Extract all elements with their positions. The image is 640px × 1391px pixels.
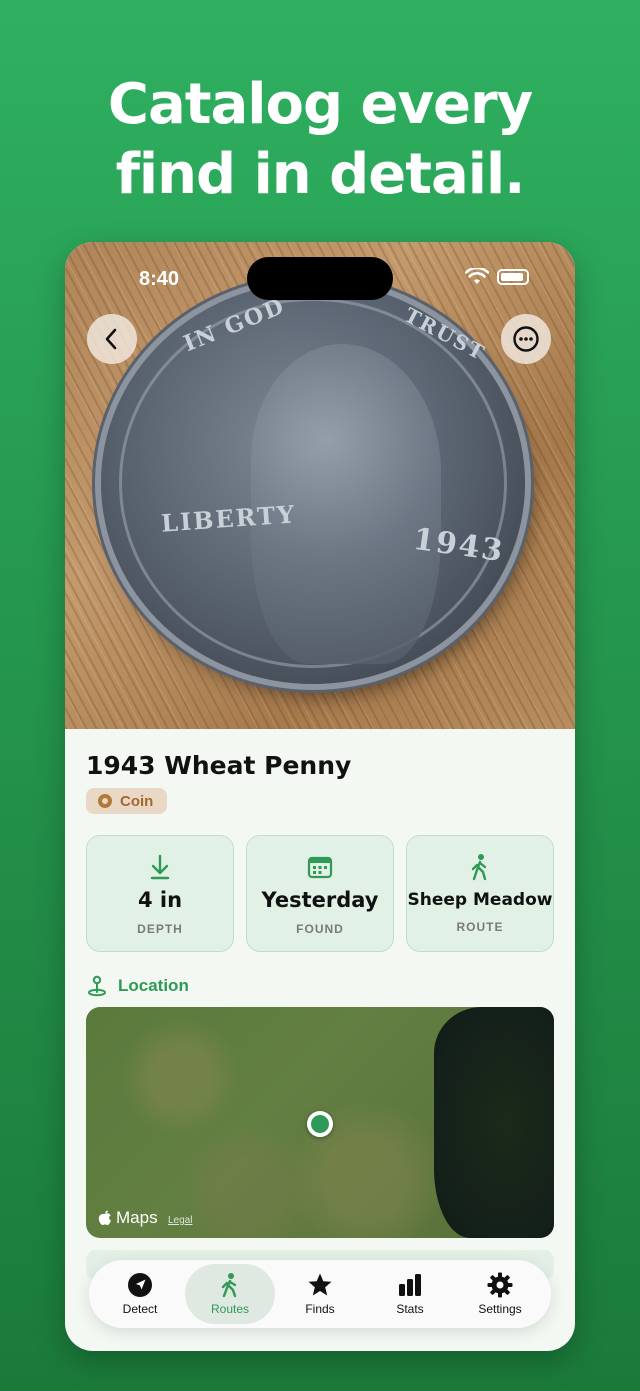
maps-attribution: Maps	[98, 1208, 158, 1228]
depth-label: DEPTH	[137, 922, 183, 936]
tab-finds-label: Finds	[305, 1302, 335, 1316]
find-location-pin[interactable]	[307, 1111, 333, 1137]
tab-settings-label: Settings	[478, 1302, 522, 1316]
category-badge: Coin	[86, 788, 168, 814]
ellipsis-circle-icon	[513, 326, 539, 352]
wifi-icon	[465, 268, 489, 284]
found-card: Yesterday FOUND	[246, 835, 394, 952]
back-button[interactable]	[87, 314, 137, 364]
map-tree-cover	[434, 1007, 554, 1238]
route-card[interactable]: Sheep Meadow ROUTE	[406, 835, 554, 952]
tab-stats-label: Stats	[396, 1302, 424, 1316]
category-label: Coin	[120, 792, 154, 810]
marketing-headline: Catalog every find in detail.	[0, 70, 640, 210]
status-time: 8:40	[139, 268, 180, 290]
gear-icon	[487, 1272, 513, 1298]
map-pin-icon	[88, 975, 106, 997]
location-heading: Location	[86, 975, 189, 997]
tab-finds[interactable]: Finds	[275, 1264, 365, 1324]
calendar-icon	[307, 856, 333, 879]
dynamic-island	[247, 257, 393, 300]
tab-routes[interactable]: Routes	[185, 1264, 275, 1324]
coin-icon	[98, 794, 112, 808]
legal-link[interactable]: Legal	[168, 1215, 192, 1226]
tab-detect-label: Detect	[122, 1302, 158, 1316]
tab-routes-label: Routes	[210, 1302, 250, 1316]
walking-icon	[471, 854, 487, 881]
maps-label: Maps	[116, 1208, 158, 1227]
phone-screen: IN GOD TRUST LIBERTY 1943 8:40 1943 Whea…	[65, 242, 575, 1351]
tab-bar: Detect Routes Finds Stats Settings	[89, 1260, 551, 1328]
chevron-left-icon	[105, 328, 117, 350]
route-label: ROUTE	[456, 920, 504, 934]
headline-line-1: Catalog every	[107, 72, 533, 137]
tab-stats[interactable]: Stats	[365, 1264, 455, 1324]
found-value: Yesterday	[261, 888, 379, 912]
stats-cards: 4 in DEPTH Yesterday FOUND Sheep Meadow …	[86, 835, 554, 952]
star-icon	[308, 1273, 332, 1296]
battery-icon	[497, 269, 529, 285]
status-icons	[465, 268, 529, 286]
arrow-down-icon	[150, 854, 170, 880]
find-title: 1943 Wheat Penny	[86, 751, 352, 780]
headline-line-2: find in detail.	[115, 142, 526, 207]
apple-logo-icon	[98, 1210, 111, 1225]
coin-image: IN GOD TRUST LIBERTY 1943	[101, 282, 525, 684]
bar-chart-icon	[399, 1274, 421, 1296]
found-label: FOUND	[296, 922, 344, 936]
more-options-button[interactable]	[501, 314, 551, 364]
location-map[interactable]: Maps Legal	[86, 1007, 554, 1238]
route-value: Sheep Meadow	[407, 890, 553, 910]
tab-settings[interactable]: Settings	[455, 1264, 545, 1324]
depth-value: 4 in	[137, 888, 183, 912]
location-arrow-icon	[128, 1273, 152, 1297]
tab-detect[interactable]: Detect	[95, 1264, 185, 1324]
find-photo: IN GOD TRUST LIBERTY 1943 8:40	[65, 242, 575, 729]
location-heading-label: Location	[118, 976, 189, 995]
walking-icon	[221, 1273, 237, 1298]
depth-card: 4 in DEPTH	[86, 835, 234, 952]
